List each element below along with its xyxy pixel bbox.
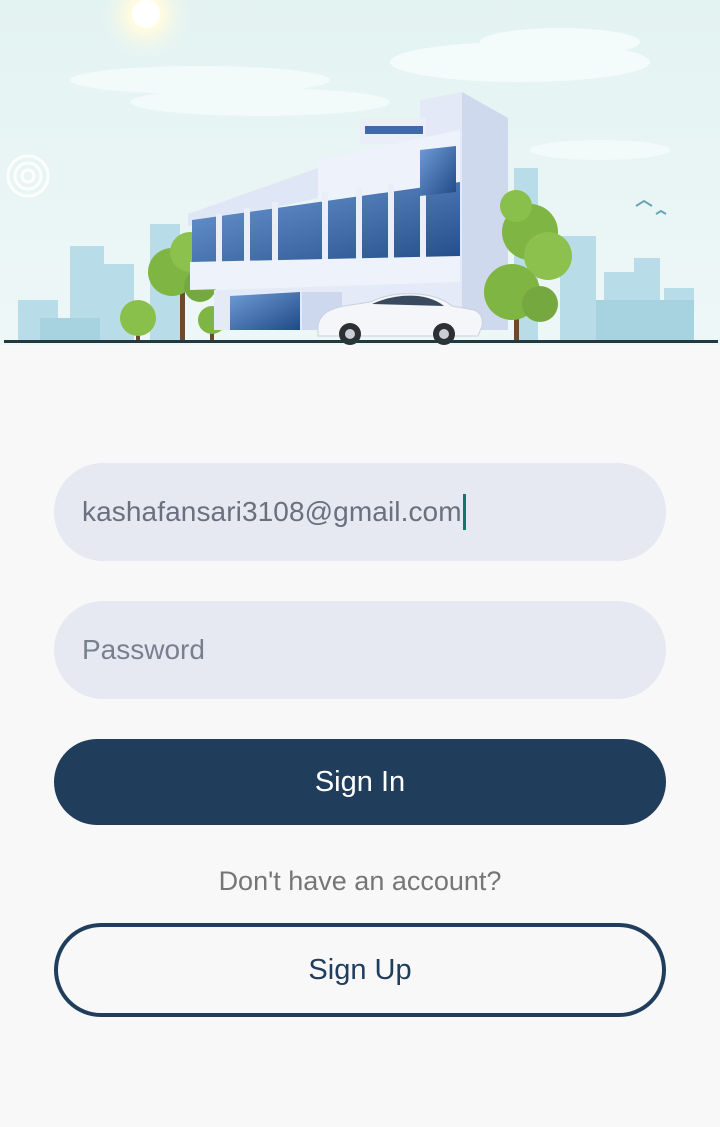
office-building-illustration-icon bbox=[0, 0, 720, 345]
email-value: kashafansari3108@gmail.com bbox=[82, 496, 462, 527]
sign-up-label: Sign Up bbox=[308, 953, 412, 986]
sign-up-button[interactable]: Sign Up bbox=[54, 923, 666, 1017]
sign-in-button[interactable]: Sign In bbox=[54, 739, 666, 825]
email-field[interactable]: kashafansari3108@gmail.com bbox=[54, 463, 666, 561]
password-field[interactable]: Password bbox=[54, 601, 666, 699]
no-account-text: Don't have an account? bbox=[218, 866, 502, 896]
text-caret bbox=[462, 494, 466, 530]
sign-in-label: Sign In bbox=[314, 765, 406, 798]
hero-illustration bbox=[0, 0, 720, 345]
password-placeholder: Password bbox=[82, 634, 205, 665]
